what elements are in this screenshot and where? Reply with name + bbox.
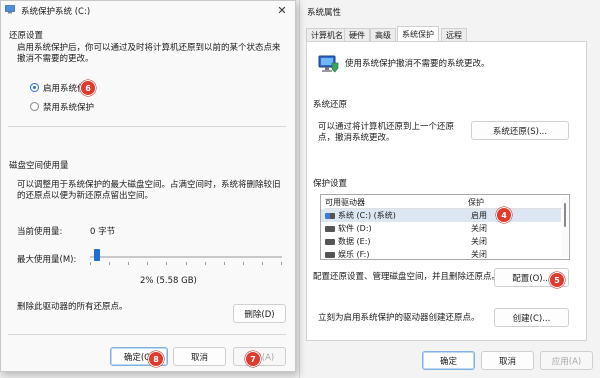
tab-hardware[interactable]: 硬件 xyxy=(344,28,370,42)
slider-tick xyxy=(224,262,225,265)
title-bar: 系统属性 xyxy=(300,0,600,24)
create-button[interactable]: 创建(C)... xyxy=(494,308,569,327)
cancel-button[interactable]: 取消 xyxy=(481,351,534,370)
column-drive[interactable]: 可用驱动器 xyxy=(325,197,365,208)
slider-tick xyxy=(205,262,206,265)
slider-tick xyxy=(166,262,167,265)
close-icon[interactable]: ✕ xyxy=(273,2,291,18)
step-badge-7: 7 xyxy=(245,351,261,367)
drive-name: 数据 (E:) xyxy=(338,237,371,246)
divider xyxy=(8,126,286,127)
protection-section-heading: 保护设置 xyxy=(313,179,348,189)
drive-icon xyxy=(325,238,335,245)
slider-tick xyxy=(262,262,263,265)
drive-row-e[interactable]: 数据 (E:) 关闭 xyxy=(321,235,561,248)
drive-icon xyxy=(325,251,335,258)
drive-status: 启用 xyxy=(471,211,487,220)
tab-computer-name[interactable]: 计算机名 xyxy=(306,28,348,42)
disable-protection-label[interactable]: 禁用系统保护 xyxy=(43,101,94,113)
slider-tick xyxy=(186,262,187,265)
drive-status: 关闭 xyxy=(471,224,487,233)
slider-value: 2% (5.58 GB) xyxy=(140,276,197,286)
current-usage-label: 当前使用量: xyxy=(17,227,63,237)
disable-protection-radio[interactable] xyxy=(30,102,39,111)
restore-settings-heading: 还原设置 xyxy=(9,31,44,41)
tab-system-protection[interactable]: 系统保护 xyxy=(397,26,439,42)
drives-list: 可用驱动器 保护 系统 (C:) (系统) 启用 软件 (D:) 关闭 数据 (… xyxy=(320,194,570,260)
drive-name: 系统 (C:) (系统) xyxy=(338,211,396,220)
dialog-app-icon xyxy=(5,5,15,14)
list-header: 可用驱动器 保护 xyxy=(325,197,565,209)
step-badge-4: 4 xyxy=(496,207,512,223)
slider-tick xyxy=(109,262,110,265)
max-usage-label: 最大使用量(M): xyxy=(17,255,77,265)
slider-tick xyxy=(90,262,91,265)
disk-usage-description: 可以调整用于系统保护的最大磁盘空间。占满空间时，系统将删除较旧的还原点以便为新还… xyxy=(17,180,281,201)
column-protection[interactable]: 保护 xyxy=(468,197,484,208)
drive-status: 关闭 xyxy=(471,237,487,246)
configure-description: 配置还原设置、管理磁盘空间，并且删除还原点。 xyxy=(313,272,501,282)
slider-tick xyxy=(281,262,282,265)
max-usage-slider[interactable] xyxy=(90,249,282,265)
drive-row-d[interactable]: 软件 (D:) 关闭 xyxy=(321,222,561,235)
tab-remote[interactable]: 远程 xyxy=(441,28,467,42)
dialog-cancel-button[interactable]: 取消 xyxy=(173,347,226,366)
step-badge-8: 8 xyxy=(148,351,164,367)
disk-usage-heading: 磁盘空间使用量 xyxy=(9,161,69,171)
delete-description: 删除此驱动器的所有还原点。 xyxy=(17,302,128,312)
slider-track xyxy=(90,256,282,258)
slider-tick xyxy=(147,262,148,265)
current-usage-value: 0 字节 xyxy=(90,227,116,237)
tab-panel xyxy=(306,41,587,341)
slider-tick xyxy=(243,262,244,265)
step-badge-5: 5 xyxy=(549,272,565,288)
system-drive-icon xyxy=(325,212,335,219)
drive-name: 娱乐 (F:) xyxy=(338,250,370,259)
drive-name: 软件 (D:) xyxy=(338,224,372,233)
intro-text: 使用系统保护撤消不需要的系统更改。 xyxy=(345,59,490,69)
drive-row-c[interactable]: 系统 (C:) (系统) 启用 xyxy=(321,209,561,222)
drive-icon xyxy=(325,225,335,232)
list-scrollbar[interactable] xyxy=(562,197,568,257)
restore-section-heading: 系统还原 xyxy=(313,100,348,110)
create-description: 立刻为启用系统保护的驱动器创建还原点。 xyxy=(318,313,480,323)
ok-button[interactable]: 确定 xyxy=(422,351,475,370)
slider-tick xyxy=(128,262,129,265)
drive-row-f[interactable]: 娱乐 (F:) 关闭 xyxy=(321,248,561,259)
slider-ticks xyxy=(90,262,282,265)
step-badge-6: 6 xyxy=(80,80,96,96)
enable-protection-radio[interactable] xyxy=(30,83,39,92)
delete-button[interactable]: 删除(D) xyxy=(233,304,286,323)
divider xyxy=(8,334,286,335)
window-title: 系统属性 xyxy=(307,8,342,18)
slider-thumb[interactable] xyxy=(94,249,100,261)
tab-advanced[interactable]: 高级 xyxy=(370,28,396,42)
dialog-title: 系统保护系统 (C:) xyxy=(21,7,91,17)
scrollbar-thumb[interactable] xyxy=(564,203,566,227)
restore-settings-description: 启用系统保护后，你可以通过及时将计算机还原到以前的某个状态点来撤消不需要的更改。 xyxy=(17,43,281,64)
drive-status: 关闭 xyxy=(471,250,487,259)
restore-description: 可以通过将计算机还原到上一个还原点，撤消系统更改。 xyxy=(318,122,455,143)
computer-shield-icon xyxy=(318,54,340,74)
apply-button[interactable]: 应用(A) xyxy=(540,351,593,370)
system-restore-button[interactable]: 系统还原(S)... xyxy=(471,121,569,140)
